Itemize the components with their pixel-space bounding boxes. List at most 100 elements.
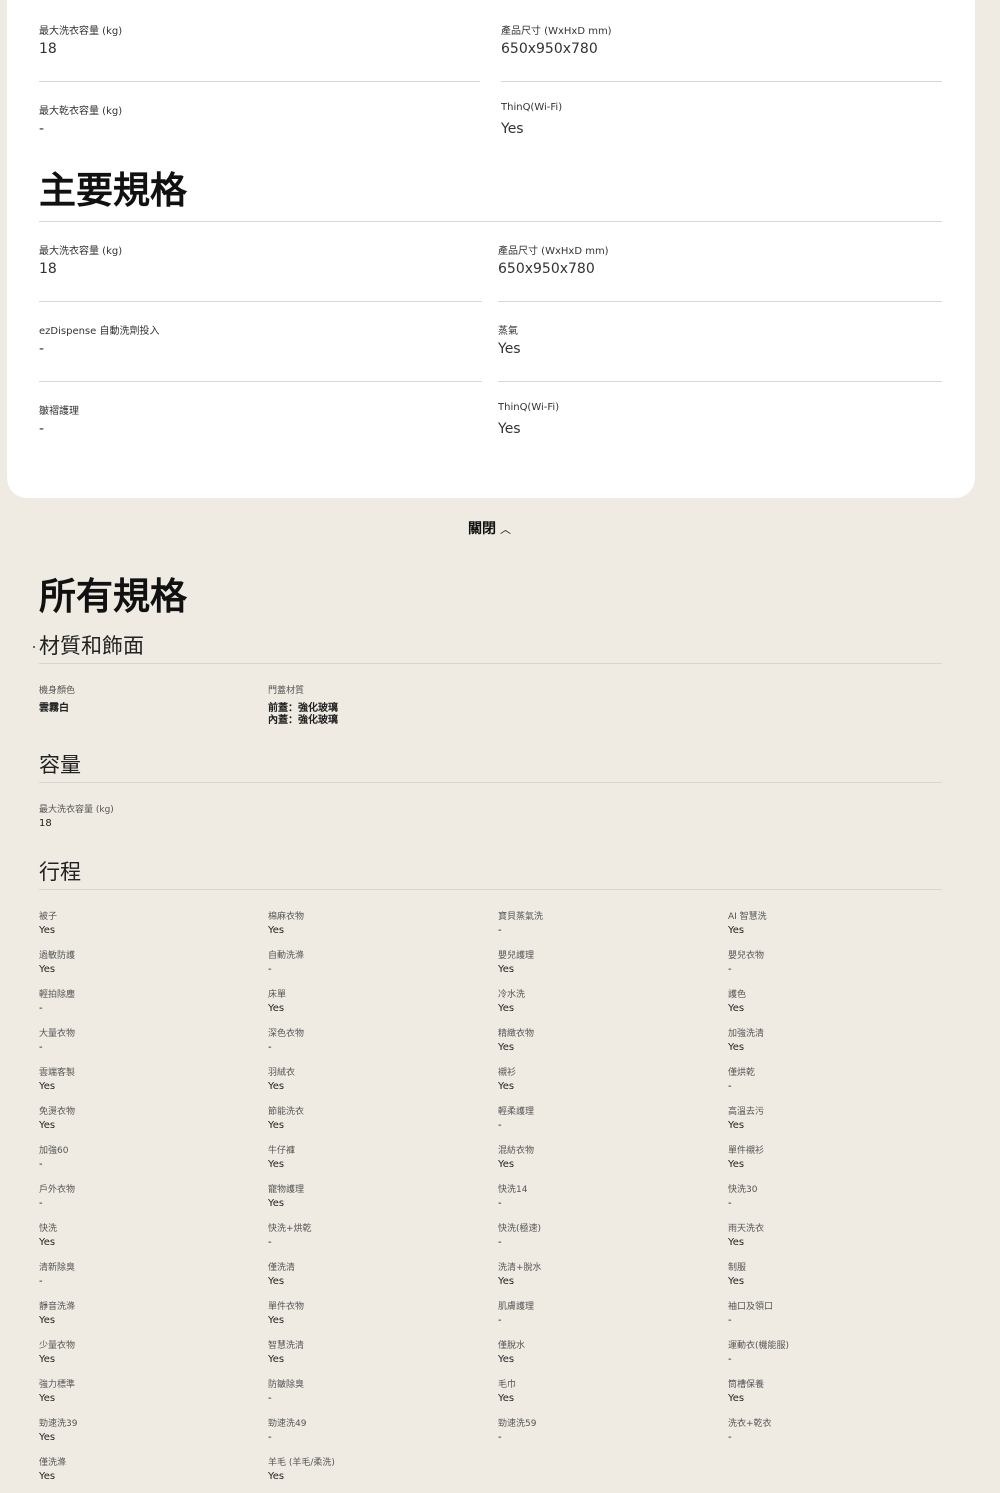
program-label: 羊毛 (羊毛/柔洗) bbox=[268, 1458, 335, 1468]
key-specs-card bbox=[7, 0, 975, 498]
spec-value: Yes bbox=[501, 121, 524, 137]
program-value: Yes bbox=[268, 1081, 285, 1092]
program-label: 制服 bbox=[728, 1263, 747, 1273]
divider bbox=[39, 381, 482, 382]
program-value: Yes bbox=[728, 1237, 745, 1248]
divider bbox=[501, 81, 942, 82]
program-value: - bbox=[498, 925, 502, 936]
program-label: 智慧洗清 bbox=[268, 1341, 305, 1351]
program-label: 僅脫水 bbox=[498, 1341, 526, 1351]
spec-value: 18 bbox=[39, 261, 57, 277]
program-label: 勁速洗39 bbox=[39, 1419, 78, 1429]
program-label: 防皺除臭 bbox=[268, 1380, 305, 1390]
program-value: - bbox=[268, 1237, 272, 1248]
program-value: Yes bbox=[39, 1120, 56, 1131]
spec-value: 內蓋：強化玻璃 bbox=[268, 715, 338, 726]
program-label: 護色 bbox=[728, 990, 747, 1000]
program-label: 僅洗滌 bbox=[39, 1458, 67, 1468]
program-label: 運動衣(機能服) bbox=[728, 1341, 790, 1351]
program-label: 快洗 bbox=[39, 1224, 58, 1234]
program-value: Yes bbox=[39, 1432, 56, 1443]
program-value: Yes bbox=[268, 1198, 285, 1209]
program-label: 高溫去污 bbox=[728, 1107, 765, 1117]
program-value: Yes bbox=[728, 1159, 745, 1170]
program-value: - bbox=[268, 1393, 272, 1404]
program-label: 少量衣物 bbox=[39, 1341, 76, 1351]
program-label: 襯衫 bbox=[498, 1068, 517, 1078]
program-value: - bbox=[39, 1042, 43, 1053]
program-value: Yes bbox=[498, 1393, 515, 1404]
program-label: 強力標準 bbox=[39, 1380, 76, 1390]
program-value: - bbox=[728, 1432, 732, 1443]
program-value: - bbox=[39, 1276, 43, 1287]
program-value: - bbox=[268, 1432, 272, 1443]
divider bbox=[39, 221, 942, 222]
program-label: 寶貝蒸氣洗 bbox=[498, 912, 544, 922]
capacity-section-title: 容量 bbox=[39, 753, 81, 777]
program-label: 僅烘乾 bbox=[728, 1068, 756, 1078]
program-label: 過敏防護 bbox=[39, 951, 76, 961]
spec-label: 最大洗衣容量 (kg) bbox=[39, 26, 123, 37]
program-value: Yes bbox=[728, 1120, 745, 1131]
program-value: - bbox=[39, 1003, 43, 1014]
program-value: Yes bbox=[39, 1354, 56, 1365]
spec-value: Yes bbox=[498, 341, 521, 357]
program-value: Yes bbox=[498, 1042, 515, 1053]
program-label: 深色衣物 bbox=[268, 1029, 305, 1039]
program-label: 羽絨衣 bbox=[268, 1068, 296, 1078]
program-label: 勁速洗49 bbox=[268, 1419, 307, 1429]
program-value: Yes bbox=[728, 925, 745, 936]
program-value: Yes bbox=[268, 1159, 285, 1170]
program-value: - bbox=[268, 964, 272, 975]
program-label: 牛仔褲 bbox=[268, 1146, 296, 1156]
program-label: 袖口及領口 bbox=[728, 1302, 774, 1312]
program-value: Yes bbox=[268, 1120, 285, 1131]
program-value: - bbox=[498, 1432, 502, 1443]
program-label: 肌膚護理 bbox=[498, 1302, 535, 1312]
program-label: 戶外衣物 bbox=[39, 1185, 76, 1195]
spec-label: 產品尺寸 (WxHxD mm) bbox=[498, 246, 609, 257]
spec-label: ThinQ(Wi-Fi) bbox=[501, 102, 563, 113]
program-value: Yes bbox=[498, 1354, 515, 1365]
spec-label: ThinQ(Wi-Fi) bbox=[498, 402, 560, 413]
program-label: 大量衣物 bbox=[39, 1029, 76, 1039]
program-value: - bbox=[498, 1198, 502, 1209]
program-value: Yes bbox=[268, 1354, 285, 1365]
spec-label: 門蓋材質 bbox=[268, 686, 305, 696]
program-value: Yes bbox=[728, 1042, 745, 1053]
close-button[interactable]: 關閉 ︿ bbox=[468, 518, 511, 538]
spec-value: Yes bbox=[498, 421, 521, 437]
program-label: 嬰兒衣物 bbox=[728, 951, 765, 961]
program-value: Yes bbox=[498, 1081, 515, 1092]
spec-value: 18 bbox=[39, 818, 52, 829]
program-label: 棉麻衣物 bbox=[268, 912, 305, 922]
program-label: 靜音洗滌 bbox=[39, 1302, 76, 1312]
key-specs-title: 主要規格 bbox=[39, 169, 187, 212]
program-label: 床單 bbox=[268, 990, 287, 1000]
spec-label: 最大乾衣容量 (kg) bbox=[39, 106, 123, 117]
program-label: 僅洗清 bbox=[268, 1263, 296, 1273]
program-label: 精緻衣物 bbox=[498, 1029, 535, 1039]
program-value: - bbox=[498, 1315, 502, 1326]
program-value: Yes bbox=[498, 1003, 515, 1014]
spec-label: 機身顏色 bbox=[39, 686, 76, 696]
program-label: 加強洗清 bbox=[728, 1029, 765, 1039]
program-value: Yes bbox=[39, 1237, 56, 1248]
program-label: 加強60 bbox=[39, 1146, 69, 1156]
divider bbox=[39, 301, 482, 302]
program-label: 嬰兒護理 bbox=[498, 951, 535, 961]
program-value: Yes bbox=[268, 1471, 285, 1482]
divider bbox=[39, 782, 942, 783]
material-section-title: 材質和飾面 bbox=[39, 634, 144, 658]
program-value: Yes bbox=[39, 1315, 56, 1326]
program-value: - bbox=[728, 1081, 732, 1092]
program-value: - bbox=[498, 1237, 502, 1248]
program-value: - bbox=[728, 964, 732, 975]
spec-value: 650x950x780 bbox=[498, 261, 595, 277]
spec-label: 最大洗衣容量 (kg) bbox=[39, 805, 114, 815]
program-value: Yes bbox=[268, 1003, 285, 1014]
program-label: 免燙衣物 bbox=[39, 1107, 76, 1117]
program-value: Yes bbox=[728, 1003, 745, 1014]
spec-value: - bbox=[39, 341, 45, 357]
program-label: 快洗30 bbox=[728, 1185, 758, 1195]
